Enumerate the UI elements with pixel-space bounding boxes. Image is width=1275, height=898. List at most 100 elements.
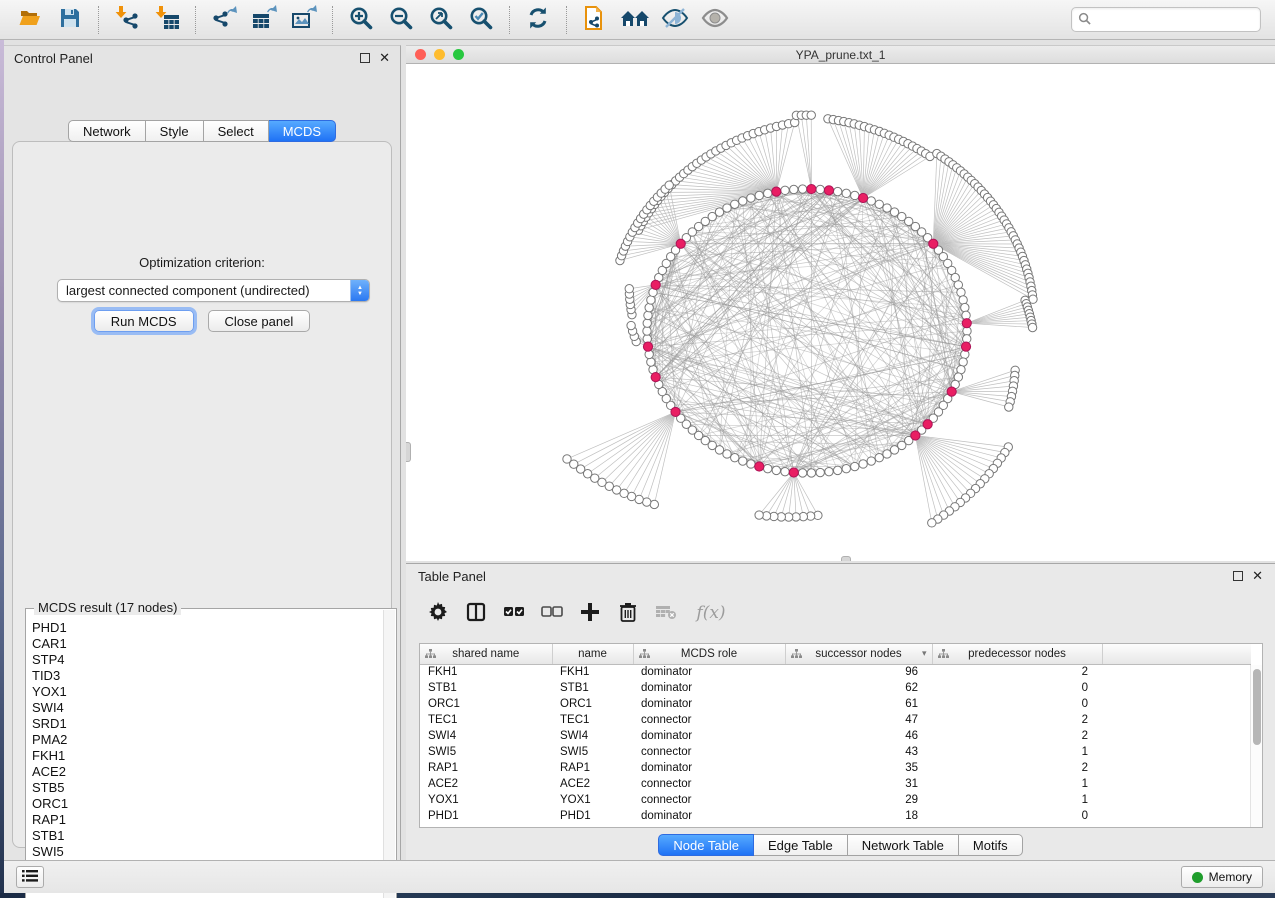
- cell-MCDS-role[interactable]: dominator: [633, 664, 785, 680]
- mcds-hub-node-SWI5[interactable]: [859, 193, 868, 202]
- cell-predecessor-nodes[interactable]: 2: [932, 728, 1102, 744]
- cell-MCDS-role[interactable]: connector: [633, 792, 785, 808]
- mcds-result-item[interactable]: ORC1: [27, 796, 383, 812]
- table-scrollbar[interactable]: [1250, 665, 1262, 827]
- mcds-hub-node-FKH1[interactable]: [643, 342, 652, 351]
- cell-predecessor-nodes[interactable]: 0: [932, 808, 1102, 824]
- cell-shared-name[interactable]: SWI4: [420, 728, 552, 744]
- hide-panels-button[interactable]: [618, 4, 652, 36]
- refresh-button[interactable]: [521, 4, 555, 36]
- tab-select[interactable]: Select: [204, 120, 269, 142]
- table-row[interactable]: SWI4SWI4dominator462: [420, 728, 1251, 744]
- cell-predecessor-nodes[interactable]: 2: [932, 712, 1102, 728]
- cell-successor-nodes[interactable]: 62: [785, 680, 932, 696]
- column-header-name[interactable]: name: [552, 644, 633, 664]
- network-canvas[interactable]: [406, 64, 1275, 561]
- delete-column-button[interactable]: [616, 601, 640, 625]
- show-columns-button[interactable]: [464, 601, 488, 625]
- tab-network-table[interactable]: Network Table: [848, 834, 959, 856]
- cell-MCDS-role[interactable]: dominator: [633, 760, 785, 776]
- column-header-successor-nodes[interactable]: successor nodes▾: [785, 644, 932, 664]
- tab-edge-table[interactable]: Edge Table: [754, 834, 848, 856]
- mcds-hub-node-STP4[interactable]: [923, 420, 932, 429]
- zoom-fit-button[interactable]: [424, 4, 458, 36]
- tab-network[interactable]: Network: [68, 120, 146, 142]
- column-header-MCDS-role[interactable]: MCDS role: [633, 644, 785, 664]
- zoom-selected-button[interactable]: [464, 4, 498, 36]
- cell-name[interactable]: FKH1: [552, 664, 633, 680]
- mcds-hub-node-PHD1[interactable]: [961, 342, 970, 351]
- mcds-hub-node-STB5[interactable]: [676, 239, 685, 248]
- criterion-dropdown[interactable]: largest connected component (undirected)…: [57, 279, 370, 302]
- close-panel-icon[interactable]: ✕: [379, 53, 390, 63]
- cell-shared-name[interactable]: YOX1: [420, 792, 552, 808]
- close-table-panel-icon[interactable]: ✕: [1252, 571, 1263, 581]
- cell-predecessor-nodes[interactable]: 0: [932, 680, 1102, 696]
- table-row[interactable]: ACE2ACE2connector311: [420, 776, 1251, 792]
- cell-successor-nodes[interactable]: 47: [785, 712, 932, 728]
- search-field[interactable]: [1071, 7, 1261, 32]
- mcds-hub-node-SWI4[interactable]: [755, 462, 764, 471]
- memory-button[interactable]: Memory: [1181, 866, 1263, 888]
- tab-style[interactable]: Style: [146, 120, 204, 142]
- mcds-hub-node-ORC1[interactable]: [772, 187, 781, 196]
- table-row[interactable]: FKH1FKH1dominator962: [420, 664, 1251, 680]
- table-row[interactable]: SWI5SWI5connector431: [420, 744, 1251, 760]
- cell-MCDS-role[interactable]: dominator: [633, 728, 785, 744]
- mcds-result-item[interactable]: YOX1: [27, 684, 383, 700]
- table-scrollbar-thumb[interactable]: [1253, 669, 1261, 745]
- graph-nodes[interactable]: [563, 111, 1037, 527]
- cell-successor-nodes[interactable]: 29: [785, 792, 932, 808]
- splitter-grip-left[interactable]: [406, 442, 411, 462]
- mcds-hub-node-TEC1[interactable]: [929, 239, 938, 248]
- cell-successor-nodes[interactable]: 61: [785, 696, 932, 712]
- mcds-hub-node-PMA2[interactable]: [651, 373, 660, 382]
- cell-predecessor-nodes[interactable]: 1: [932, 744, 1102, 760]
- cell-successor-nodes[interactable]: 46: [785, 728, 932, 744]
- cell-name[interactable]: SWI4: [552, 728, 633, 744]
- cell-predecessor-nodes[interactable]: 1: [932, 792, 1102, 808]
- cell-name[interactable]: ACE2: [552, 776, 633, 792]
- cell-successor-nodes[interactable]: 31: [785, 776, 932, 792]
- export-network-button[interactable]: [207, 4, 241, 36]
- save-session-button[interactable]: [53, 4, 87, 36]
- cell-predecessor-nodes[interactable]: 1: [932, 776, 1102, 792]
- cell-successor-nodes[interactable]: 35: [785, 760, 932, 776]
- cell-successor-nodes[interactable]: 43: [785, 744, 932, 760]
- splitter-grip-bottom[interactable]: [841, 556, 851, 561]
- cell-shared-name[interactable]: STB1: [420, 680, 552, 696]
- select-all-columns-button[interactable]: [502, 601, 526, 625]
- mcds-result-item[interactable]: STB5: [27, 780, 383, 796]
- graphics-details-button[interactable]: [658, 4, 692, 36]
- zoom-out-button[interactable]: [384, 4, 418, 36]
- tab-node-table[interactable]: Node Table: [658, 834, 754, 856]
- cell-shared-name[interactable]: TEC1: [420, 712, 552, 728]
- mcds-result-item[interactable]: SRD1: [27, 716, 383, 732]
- cell-shared-name[interactable]: FKH1: [420, 664, 552, 680]
- cell-successor-nodes[interactable]: 18: [785, 808, 932, 824]
- mcds-hub-node-STB1[interactable]: [824, 186, 833, 195]
- cell-name[interactable]: SWI5: [552, 744, 633, 760]
- cell-predecessor-nodes[interactable]: 2: [932, 760, 1102, 776]
- open-session-button[interactable]: [13, 4, 47, 36]
- float-panel-icon[interactable]: [360, 53, 370, 63]
- network-window-titlebar[interactable]: YPA_prune.txt_1: [406, 46, 1275, 64]
- search-input[interactable]: [1095, 13, 1254, 27]
- cell-MCDS-role[interactable]: dominator: [633, 696, 785, 712]
- cell-shared-name[interactable]: ORC1: [420, 696, 552, 712]
- float-table-panel-icon[interactable]: [1233, 571, 1243, 581]
- close-panel-button[interactable]: Close panel: [208, 310, 311, 332]
- mcds-hub-node-CAR1[interactable]: [947, 387, 956, 396]
- cell-MCDS-role[interactable]: connector: [633, 712, 785, 728]
- table-row[interactable]: TEC1TEC1connector472: [420, 712, 1251, 728]
- table-row[interactable]: YOX1YOX1connector291: [420, 792, 1251, 808]
- column-header-predecessor-nodes[interactable]: predecessor nodes: [932, 644, 1102, 664]
- mcds-result-item[interactable]: TID3: [27, 668, 383, 684]
- run-mcds-button[interactable]: Run MCDS: [94, 310, 194, 332]
- table-row[interactable]: STB1STB1dominator620: [420, 680, 1251, 696]
- cell-name[interactable]: STB1: [552, 680, 633, 696]
- network-graph[interactable]: [406, 64, 1275, 561]
- mcds-hub-node-GCR1[interactable]: [962, 319, 971, 328]
- mcds-result-item[interactable]: PMA2: [27, 732, 383, 748]
- cell-MCDS-role[interactable]: connector: [633, 776, 785, 792]
